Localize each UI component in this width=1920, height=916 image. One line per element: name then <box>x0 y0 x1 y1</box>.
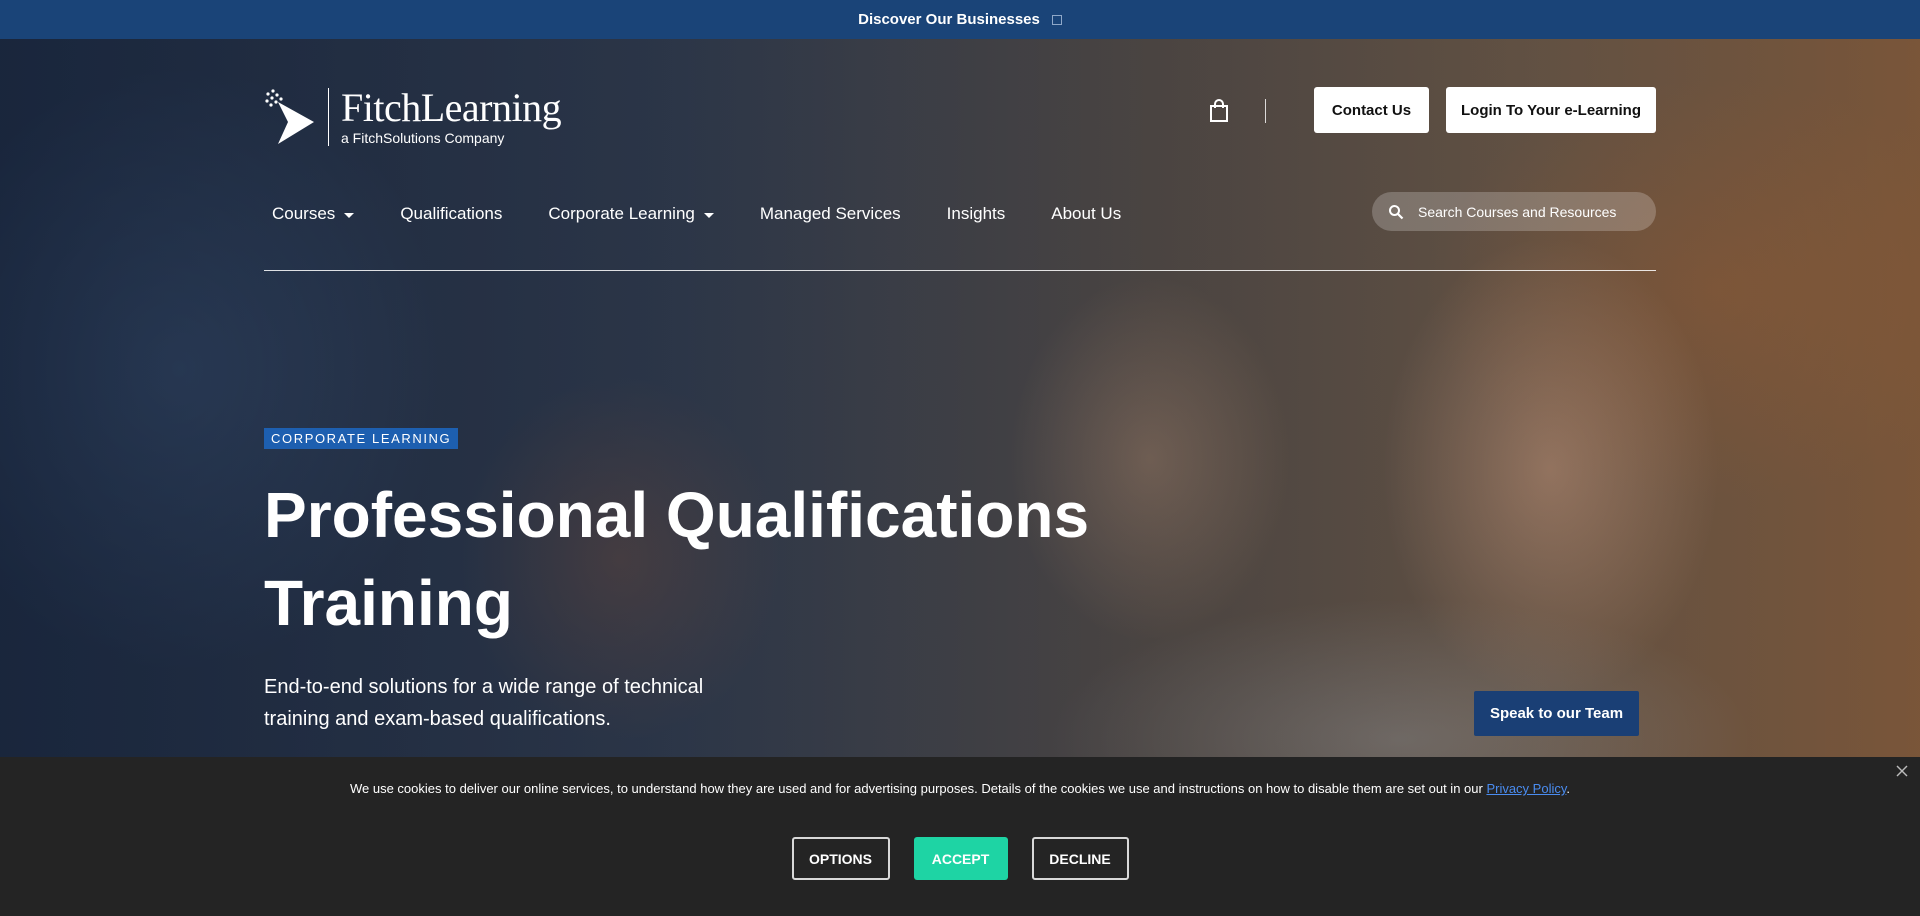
external-box-icon <box>1051 14 1062 25</box>
site-logo[interactable]: FitchLearning a FitchSolutions Company <box>264 86 564 148</box>
nav-item-courses[interactable]: Courses <box>272 204 355 224</box>
hero-subtitle: End-to-end solutions for a wide range of… <box>264 671 744 735</box>
discover-businesses-link[interactable]: Discover Our Businesses <box>858 11 1040 28</box>
header-divider <box>1265 99 1266 123</box>
nav-item-label: Courses <box>272 204 336 223</box>
contact-us-button[interactable]: Contact Us <box>1314 87 1429 133</box>
login-elearning-button[interactable]: Login To Your e-Learning <box>1446 87 1656 133</box>
nav-item-corporate-learning[interactable]: Corporate Learning <box>548 204 714 224</box>
hero-subtitle-line: End-to-end solutions for a wide range of… <box>264 676 704 698</box>
hero-subtitle-line: training and exam-based qualifications. <box>264 708 611 730</box>
search-input[interactable] <box>1418 203 1628 220</box>
page-title: Professional Qualifications Training <box>264 471 1164 647</box>
logo-name: FitchLearning <box>341 85 562 130</box>
search-icon <box>1389 204 1404 219</box>
logo-tagline: a FitchSolutions Company <box>341 130 505 146</box>
page-title-line: Training <box>264 567 513 639</box>
category-badge: CORPORATE LEARNING <box>264 428 459 449</box>
hero-section: FitchLearning a FitchSolutions Company C… <box>0 39 1920 757</box>
cookie-message: We use cookies to deliver our online ser… <box>0 781 1920 796</box>
nav-item-label: Qualifications <box>400 204 503 223</box>
page-title-line: Professional Qualifications <box>264 479 1090 551</box>
close-icon[interactable] <box>1894 763 1910 779</box>
search-box[interactable] <box>1372 192 1656 231</box>
main-nav: Courses Qualifications Corporate Learnin… <box>264 199 1121 229</box>
cookie-decline-button[interactable]: DECLINE <box>1031 837 1129 880</box>
speak-to-team-button[interactable]: Speak to our Team <box>1474 691 1639 736</box>
nav-item-label: About Us <box>1051 204 1122 223</box>
caret-down-icon <box>344 212 355 218</box>
cookie-message-end: . <box>1566 781 1571 796</box>
cookie-message-text: We use cookies to deliver our online ser… <box>349 781 1487 796</box>
nav-item-insights[interactable]: Insights <box>947 204 1006 224</box>
caret-down-icon <box>703 212 714 218</box>
nav-item-label: Insights <box>946 204 1006 223</box>
logo-arrow-icon <box>265 89 314 144</box>
nav-item-about-us[interactable]: About Us <box>1051 204 1121 224</box>
nav-item-managed-services[interactable]: Managed Services <box>760 204 901 224</box>
cookie-accept-button[interactable]: ACCEPT <box>913 837 1008 880</box>
logo-text: FitchLearning a FitchSolutions Company <box>341 85 562 147</box>
nav-item-label: Corporate Learning <box>548 204 695 223</box>
shopping-bag-icon[interactable] <box>1208 99 1230 123</box>
cookie-actions: OPTIONS ACCEPT DECLINE <box>0 837 1920 880</box>
logo-divider <box>328 88 329 146</box>
privacy-policy-link[interactable]: Privacy Policy <box>1486 781 1566 796</box>
cookie-options-button[interactable]: OPTIONS <box>791 837 890 880</box>
top-bar: Discover Our Businesses <box>0 0 1920 39</box>
nav-item-label: Managed Services <box>759 204 901 223</box>
nav-item-qualifications[interactable]: Qualifications <box>400 204 502 224</box>
cookie-banner: We use cookies to deliver our online ser… <box>0 757 1920 916</box>
nav-divider <box>264 270 1656 271</box>
